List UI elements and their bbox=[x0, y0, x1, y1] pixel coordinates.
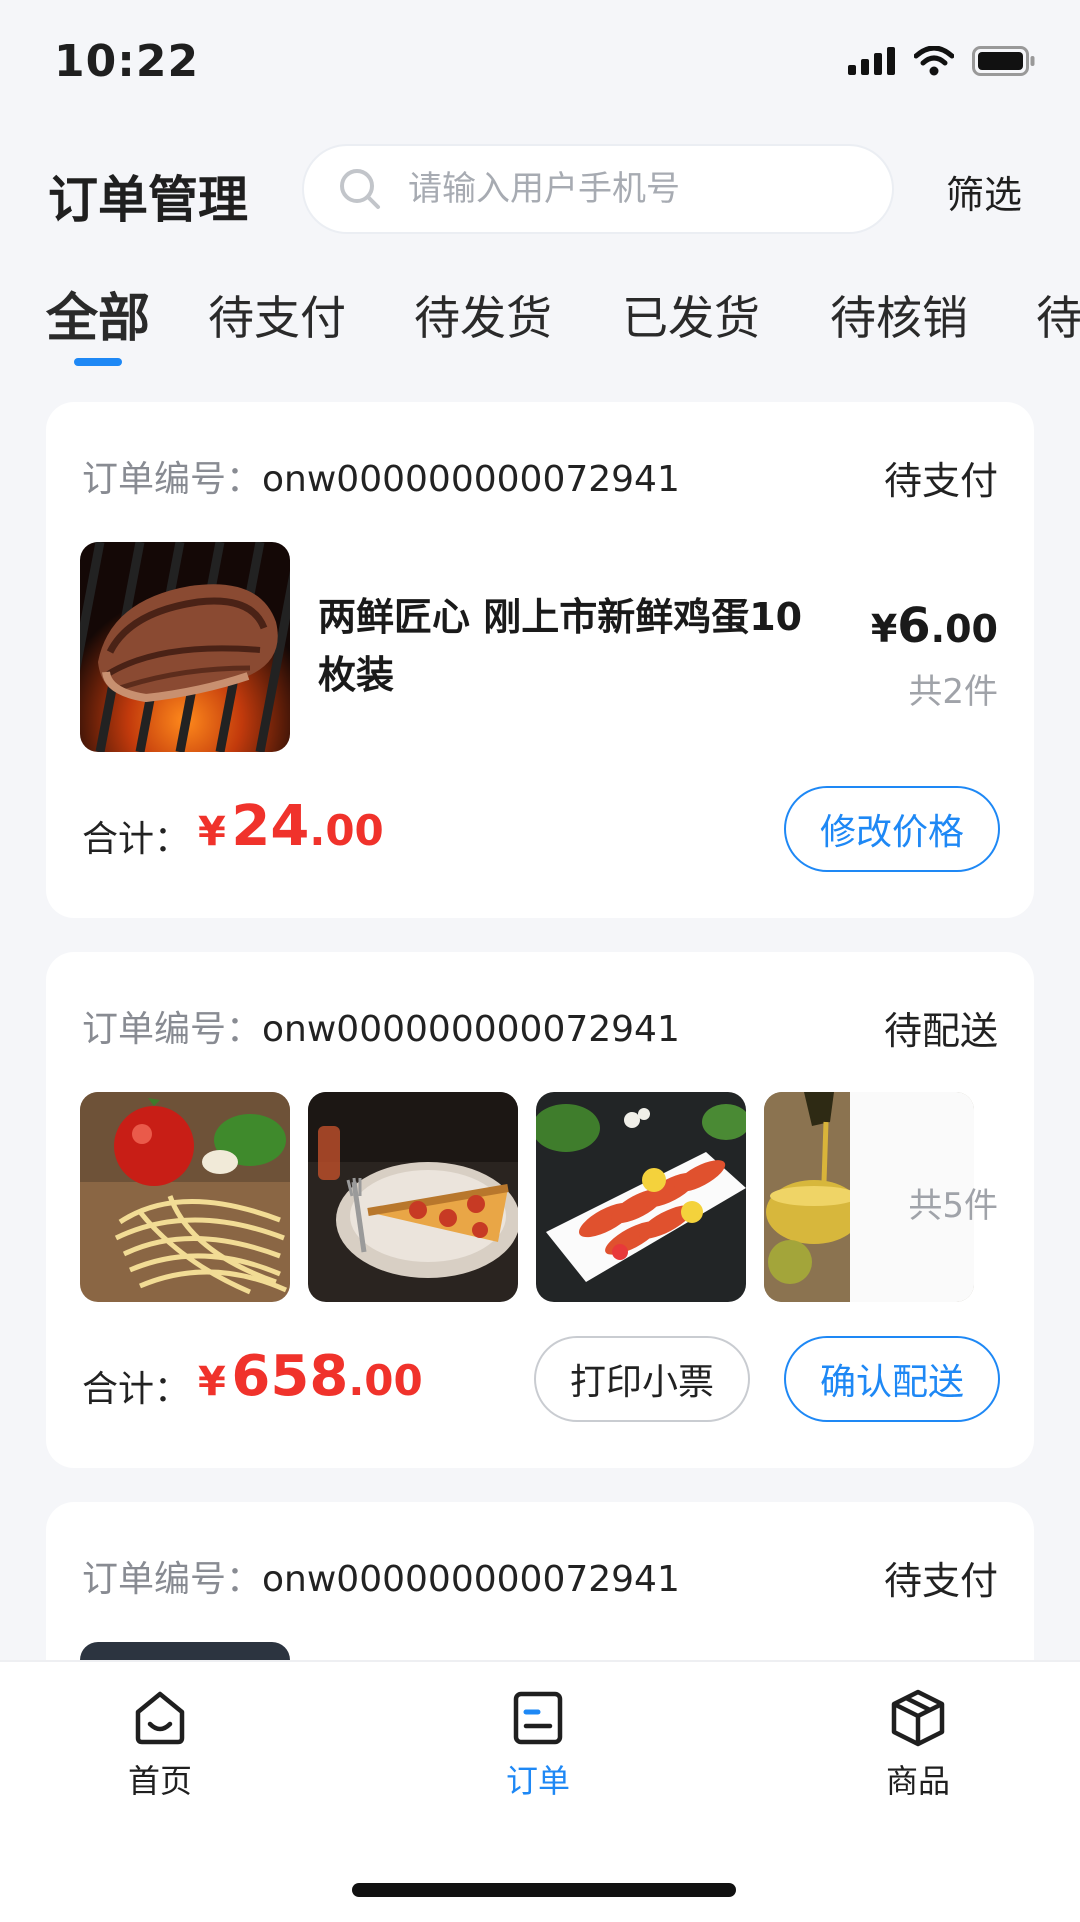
order-number: 订单编号：onw000000000072941 bbox=[82, 1550, 680, 1602]
nav-home-label: 首页 bbox=[127, 1762, 192, 1800]
status-tabs: 全部 待支付 待发货 已发货 待核销 待 bbox=[0, 270, 1080, 370]
tab-shipped[interactable]: 已发货 bbox=[622, 282, 760, 348]
order-number-value: onw000000000072941 bbox=[262, 459, 680, 500]
total-value: ¥ 658.00 bbox=[198, 1344, 423, 1409]
nav-orders-label: 订单 bbox=[505, 1762, 570, 1800]
order-number-label: 订单编号： bbox=[82, 459, 263, 500]
product-image-shrimp[interactable] bbox=[536, 1092, 746, 1302]
home-icon bbox=[135, 1691, 185, 1745]
order-number-value: onw000000000072941 bbox=[262, 1009, 680, 1050]
tab-active-indicator bbox=[74, 358, 122, 366]
total-decimal: .00 bbox=[348, 1356, 423, 1405]
page-title: 订单管理 bbox=[48, 171, 248, 229]
nav-products-label: 商品 bbox=[885, 1762, 950, 1800]
product-image-pasta[interactable] bbox=[80, 1092, 290, 1302]
item-count: 共2件 bbox=[908, 672, 998, 712]
order-status: 待支付 bbox=[883, 459, 998, 503]
order-number-value: onw000000000072941 bbox=[262, 1559, 680, 1600]
order-card[interactable]: 订单编号：onw000000000072941 待配送 共5件 合计： ¥ 65… bbox=[46, 952, 1034, 1468]
unit-price-integer: 6 bbox=[897, 598, 931, 654]
product-image-pizza[interactable] bbox=[308, 1092, 518, 1302]
box-icon bbox=[891, 1689, 945, 1747]
confirm-delivery-button[interactable]: 确认配送 bbox=[784, 1336, 1000, 1422]
unit-price-symbol: ¥ bbox=[870, 607, 898, 651]
order-status: 待支付 bbox=[883, 1559, 998, 1603]
status-time: 10:22 bbox=[54, 36, 200, 87]
search-box[interactable] bbox=[302, 144, 894, 234]
cellular-signal-icon bbox=[848, 47, 895, 75]
order-status: 待配送 bbox=[883, 1009, 998, 1053]
order-number: 订单编号：onw000000000072941 bbox=[82, 450, 680, 502]
tab-more[interactable]: 待 bbox=[1036, 282, 1080, 348]
search-input[interactable] bbox=[406, 168, 850, 210]
header: 订单管理 筛选 bbox=[0, 140, 1080, 240]
tab-pending-verification[interactable]: 待核销 bbox=[830, 282, 968, 348]
total-value: ¥ 24.00 bbox=[198, 794, 384, 859]
filter-button[interactable]: 筛选 bbox=[946, 164, 1022, 219]
nav-orders[interactable]: 订单 bbox=[448, 1688, 628, 1802]
total-symbol: ¥ bbox=[198, 1359, 226, 1405]
nav-products[interactable]: 商品 bbox=[828, 1688, 1008, 1802]
nav-home[interactable]: 首页 bbox=[70, 1688, 250, 1802]
item-count: 共5件 bbox=[908, 1186, 998, 1226]
total-label: 合计： bbox=[82, 1369, 191, 1410]
total-integer: 658 bbox=[231, 1344, 349, 1409]
order-number-label: 订单编号： bbox=[82, 1009, 263, 1050]
product-image-steak[interactable] bbox=[80, 542, 290, 752]
unit-price-decimal: .00 bbox=[930, 607, 998, 651]
tab-pending-payment[interactable]: 待支付 bbox=[208, 282, 346, 348]
status-icons bbox=[848, 46, 1036, 76]
wifi-icon bbox=[914, 46, 954, 76]
order-number: 订单编号：onw000000000072941 bbox=[82, 1000, 680, 1052]
order-number-label: 订单编号： bbox=[82, 1559, 263, 1600]
tab-all[interactable]: 全部 bbox=[46, 276, 150, 351]
home-indicator bbox=[352, 1883, 736, 1897]
unit-price: ¥6.00 bbox=[871, 598, 998, 654]
search-icon bbox=[340, 169, 380, 209]
modify-price-button[interactable]: 修改价格 bbox=[784, 786, 1000, 872]
total-symbol: ¥ bbox=[198, 809, 226, 855]
battery-icon bbox=[972, 46, 1035, 76]
status-bar: 10:22 bbox=[0, 0, 1080, 120]
order-icon bbox=[513, 1691, 563, 1745]
product-name: 两鲜匠心 刚上市新鲜鸡蛋10枚装 bbox=[318, 595, 803, 697]
print-receipt-button[interactable]: 打印小票 bbox=[534, 1336, 750, 1422]
total-decimal: .00 bbox=[309, 806, 384, 855]
total-integer: 24 bbox=[231, 794, 310, 859]
total-label: 合计： bbox=[82, 819, 191, 860]
tab-pending-shipment[interactable]: 待发货 bbox=[414, 282, 552, 348]
order-card[interactable]: 订单编号：onw000000000072941 待支付 bbox=[46, 402, 1034, 918]
